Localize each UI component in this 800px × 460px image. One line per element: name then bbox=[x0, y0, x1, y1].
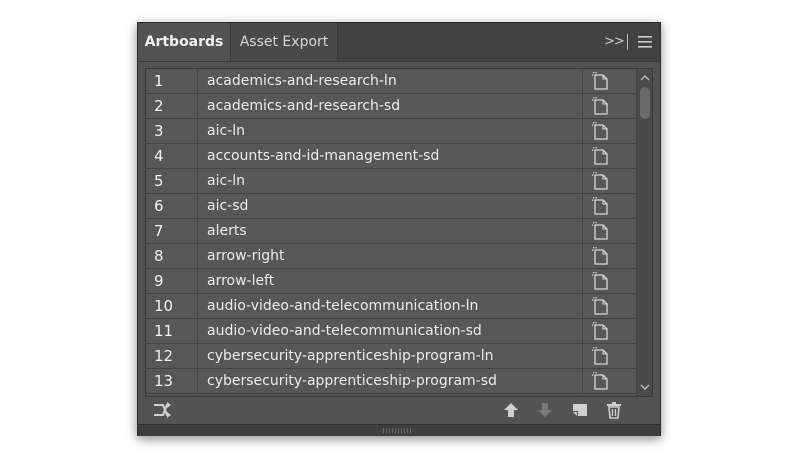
artboard-page-icon bbox=[592, 297, 608, 315]
artboard-page-icon bbox=[592, 347, 608, 365]
artboard-number: 7 bbox=[146, 219, 198, 243]
artboard-name[interactable]: cybersecurity-apprenticeship-program-sd bbox=[198, 369, 583, 393]
artboard-number: 5 bbox=[146, 169, 198, 193]
artboard-number: 12 bbox=[146, 344, 198, 368]
artboard-options-icon[interactable] bbox=[583, 294, 636, 318]
artboard-row[interactable]: 6 aic-sd bbox=[146, 194, 636, 219]
scroll-down-icon[interactable] bbox=[637, 381, 653, 393]
artboard-page-icon bbox=[592, 122, 608, 140]
artboard-options-icon[interactable] bbox=[583, 219, 636, 243]
artboard-page-icon bbox=[592, 172, 608, 190]
artboard-name[interactable]: aic-ln bbox=[198, 119, 583, 143]
tab-artboards[interactable]: Artboards bbox=[138, 23, 230, 61]
artboard-number: 3 bbox=[146, 119, 198, 143]
scrollbar[interactable] bbox=[636, 69, 653, 396]
tab-bar: Artboards Asset Export >> bbox=[138, 23, 660, 62]
artboard-row[interactable]: 7 alerts bbox=[146, 219, 636, 244]
artboard-number: 9 bbox=[146, 269, 198, 293]
rearrange-icon[interactable] bbox=[152, 400, 172, 420]
artboard-row[interactable]: 1 academics-and-research-ln bbox=[146, 69, 636, 94]
artboard-options-icon[interactable] bbox=[583, 169, 636, 193]
artboard-name[interactable]: cybersecurity-apprenticeship-program-ln bbox=[198, 344, 583, 368]
artboard-options-icon[interactable] bbox=[583, 344, 636, 368]
artboard-number: 11 bbox=[146, 319, 198, 343]
artboard-row[interactable]: 5 aic-ln bbox=[146, 169, 636, 194]
artboard-number: 13 bbox=[146, 369, 198, 393]
artboard-row[interactable]: 12 cybersecurity-apprenticeship-program-l… bbox=[146, 344, 636, 369]
artboard-options-icon[interactable] bbox=[583, 244, 636, 268]
artboard-row[interactable]: 13 cybersecurity-apprenticeship-program-s… bbox=[146, 369, 636, 394]
artboard-row[interactable]: 3 aic-ln bbox=[146, 119, 636, 144]
artboard-name[interactable]: audio-video-and-telecommunication-ln bbox=[198, 294, 583, 318]
move-up-icon[interactable] bbox=[501, 400, 521, 420]
artboard-list: 1 academics-and-research-ln 2 academics-and… bbox=[145, 68, 653, 397]
artboard-page-icon bbox=[592, 147, 608, 165]
artboard-row[interactable]: 8 arrow-right bbox=[146, 244, 636, 269]
artboard-name[interactable]: aic-ln bbox=[198, 169, 583, 193]
artboard-page-icon bbox=[592, 72, 608, 90]
artboard-row[interactable]: 10 audio-video-and-telecommunication-ln bbox=[146, 294, 636, 319]
artboard-page-icon bbox=[592, 197, 608, 215]
grip-icon bbox=[383, 428, 411, 433]
header-divider bbox=[627, 34, 628, 50]
artboard-number: 8 bbox=[146, 244, 198, 268]
artboard-page-icon bbox=[592, 322, 608, 340]
artboards-panel: Artboards Asset Export >> 1 academics-and… bbox=[137, 22, 661, 436]
artboard-row[interactable]: 2 academics-and-research-sd bbox=[146, 94, 636, 119]
artboard-row[interactable]: 4 accounts-and-id-management-sd bbox=[146, 144, 636, 169]
artboard-options-icon[interactable] bbox=[583, 144, 636, 168]
artboard-number: 2 bbox=[146, 94, 198, 118]
artboard-row[interactable]: 9 arrow-left bbox=[146, 269, 636, 294]
panel-menu-icon[interactable] bbox=[638, 36, 652, 48]
scrollbar-thumb[interactable] bbox=[640, 87, 650, 119]
artboard-options-icon[interactable] bbox=[583, 69, 636, 93]
move-down-icon bbox=[538, 403, 552, 417]
artboard-options-icon[interactable] bbox=[583, 319, 636, 343]
collapse-panel-icon[interactable]: >> bbox=[604, 23, 625, 61]
artboard-name[interactable]: audio-video-and-telecommunication-sd bbox=[198, 319, 583, 343]
artboard-name[interactable]: alerts bbox=[198, 219, 583, 243]
artboard-name[interactable]: academics-and-research-ln bbox=[198, 69, 583, 93]
artboard-page-icon bbox=[592, 222, 608, 240]
artboard-page-icon bbox=[592, 97, 608, 115]
tab-asset-export[interactable]: Asset Export bbox=[230, 23, 338, 61]
artboard-number: 6 bbox=[146, 194, 198, 218]
trash-icon[interactable] bbox=[604, 400, 624, 420]
panel-resize-handle[interactable] bbox=[138, 424, 660, 436]
artboard-name[interactable]: aic-sd bbox=[198, 194, 583, 218]
artboard-number: 4 bbox=[146, 144, 198, 168]
artboard-number: 10 bbox=[146, 294, 198, 318]
artboard-name[interactable]: arrow-left bbox=[198, 269, 583, 293]
artboard-name[interactable]: arrow-right bbox=[198, 244, 583, 268]
artboard-name[interactable]: accounts-and-id-management-sd bbox=[198, 144, 583, 168]
new-artboard-icon[interactable] bbox=[570, 400, 590, 420]
artboard-row[interactable]: 11 audio-video-and-telecommunication-sd bbox=[146, 319, 636, 344]
artboard-options-icon[interactable] bbox=[583, 269, 636, 293]
scroll-up-icon[interactable] bbox=[637, 72, 653, 84]
artboard-name[interactable]: academics-and-research-sd bbox=[198, 94, 583, 118]
artboard-options-icon[interactable] bbox=[583, 369, 636, 393]
artboard-options-icon[interactable] bbox=[583, 194, 636, 218]
artboard-number: 1 bbox=[146, 69, 198, 93]
artboard-page-icon bbox=[592, 247, 608, 265]
artboard-options-icon[interactable] bbox=[583, 119, 636, 143]
panel-footer bbox=[138, 396, 660, 424]
artboard-page-icon bbox=[592, 372, 608, 390]
artboard-page-icon bbox=[592, 272, 608, 290]
artboard-options-icon[interactable] bbox=[583, 94, 636, 118]
